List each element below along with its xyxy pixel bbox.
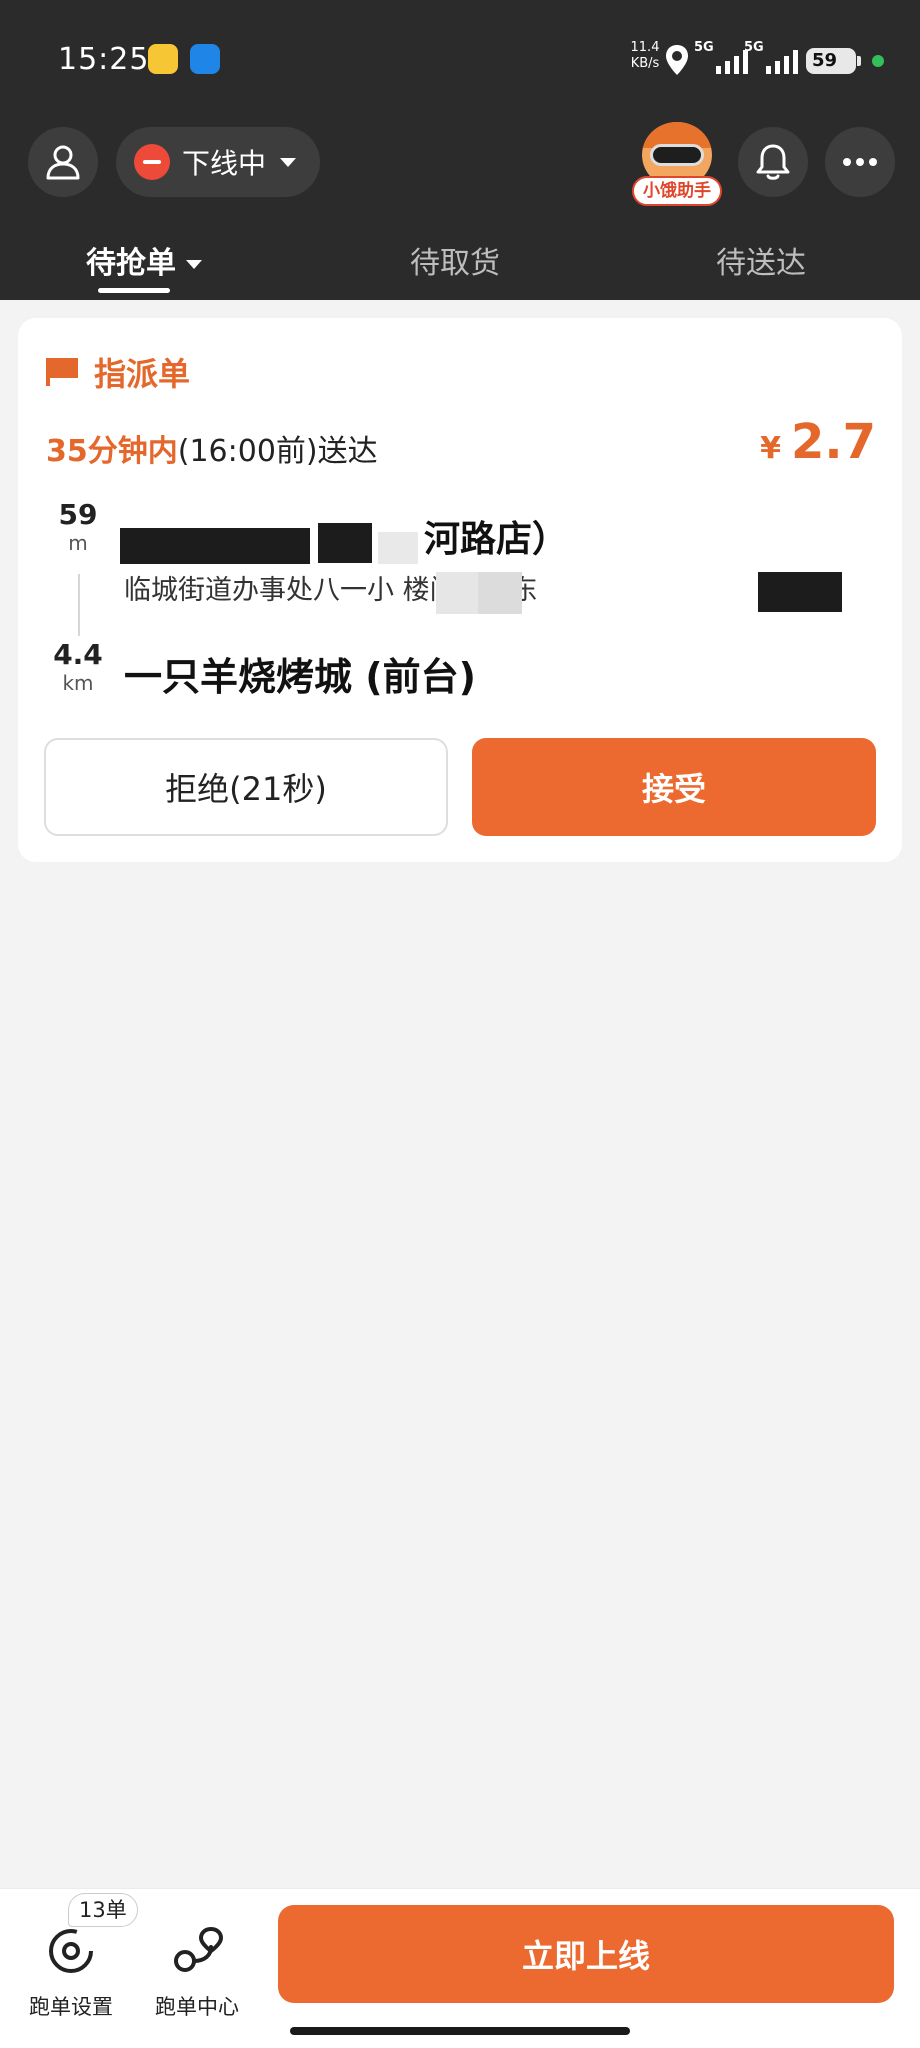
online-status-label: 下线中 xyxy=(182,147,267,180)
order-type: 指派单 xyxy=(94,355,191,393)
settings-icon xyxy=(49,1929,93,1973)
status-bar: 15:25 11.4 KB/s 5G 5G 59 xyxy=(0,0,920,120)
notification-app-icon xyxy=(148,44,178,74)
redaction-block xyxy=(120,528,310,564)
tab-pending-grab[interactable]: 待抢单 xyxy=(86,238,202,282)
route-center-icon xyxy=(174,1926,224,1972)
dropoff-name: 一只羊烧烤城 (前台) xyxy=(124,655,476,699)
tab-pending-pickup[interactable]: 待取货 xyxy=(410,238,500,282)
pickup-distance: 59 m xyxy=(58,498,98,555)
status-time: 15:25 xyxy=(58,42,150,77)
assistant-button[interactable]: 小饿助手 xyxy=(632,122,722,208)
pickup-store-name: 河路店） xyxy=(424,519,569,560)
redaction-block xyxy=(478,572,522,614)
reject-button[interactable]: 拒绝(21秒) xyxy=(44,738,448,836)
tab-pending-delivery[interactable]: 待送达 xyxy=(716,238,806,282)
order-card: 指派单 35分钟内(16:00前)送达 ¥2.7 59 m 4.4 km 河路店… xyxy=(18,318,902,862)
notifications-button[interactable] xyxy=(738,127,808,197)
order-price: ¥2.7 xyxy=(760,414,876,470)
chevron-down-icon xyxy=(186,260,202,269)
bell-icon xyxy=(756,144,790,180)
dropoff-distance: 4.4 km xyxy=(53,638,103,695)
redaction-block xyxy=(318,523,372,563)
order-settings-button[interactable]: 跑单设置 xyxy=(16,1915,126,2021)
go-online-button[interactable]: 立即上线 xyxy=(278,1905,894,2003)
online-status-toggle[interactable]: 下线中 xyxy=(116,127,320,197)
offline-icon xyxy=(134,144,170,180)
order-center-button[interactable]: 跑单中心 xyxy=(142,1915,252,2021)
battery-indicator: 59 xyxy=(806,48,861,74)
assistant-label: 小饿助手 xyxy=(632,176,722,206)
active-tab-indicator xyxy=(98,288,170,293)
signal-bars-icon xyxy=(766,50,798,74)
chevron-down-icon xyxy=(280,157,297,167)
profile-button[interactable] xyxy=(28,127,98,197)
order-card-header: 指派单 xyxy=(44,350,190,394)
home-indicator[interactable] xyxy=(290,2027,630,2035)
redaction-block xyxy=(758,572,842,612)
accept-button[interactable]: 接受 xyxy=(472,738,876,836)
more-button[interactable] xyxy=(825,127,895,197)
flag-icon xyxy=(46,358,78,386)
more-icon xyxy=(843,158,877,166)
order-count-badge: 13单 xyxy=(68,1893,138,1927)
delivery-deadline: 35分钟内(16:00前)送达 xyxy=(46,434,378,469)
bottom-bar: 跑单设置 13单 跑单中心 立即上线 xyxy=(0,1888,920,2048)
user-icon xyxy=(46,145,80,180)
redaction-block xyxy=(378,532,418,564)
route-connector xyxy=(78,574,80,636)
network-speed: 11.4 KB/s xyxy=(630,40,660,71)
location-icon xyxy=(666,45,688,75)
status-dot xyxy=(872,55,884,67)
top-header: 15:25 11.4 KB/s 5G 5G 59 下线中 小饿助手 待抢单 待取… xyxy=(0,0,920,300)
notification-app-icon xyxy=(190,44,220,74)
order-tabs: 待抢单 待取货 待送达 xyxy=(0,228,920,300)
signal-indicator-2: 5G xyxy=(744,40,804,76)
